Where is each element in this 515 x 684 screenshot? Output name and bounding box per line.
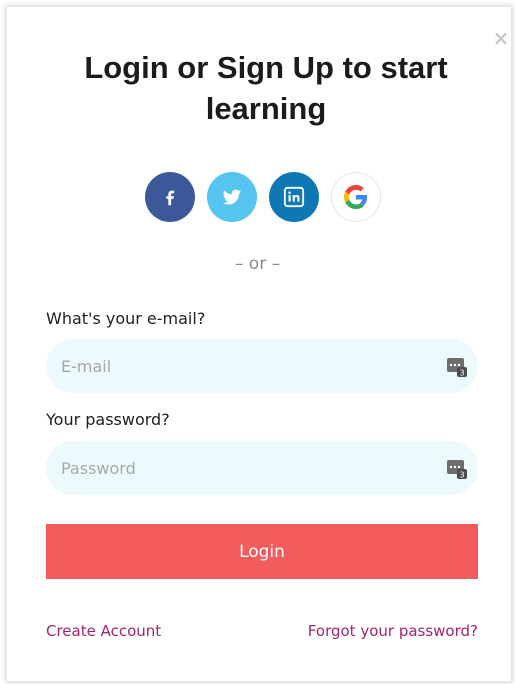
forgot-password-link[interactable]: Forgot your password?: [308, 622, 478, 640]
twitter-icon: [222, 189, 242, 205]
page-title: Login or Sign Up to start learning: [84, 50, 448, 126]
twitter-login-button[interactable]: [207, 172, 257, 222]
or-divider: – or –: [234, 254, 281, 274]
password-field-wrapper: 3: [46, 441, 478, 495]
facebook-icon: [166, 190, 175, 206]
create-account-link[interactable]: Create Account: [46, 622, 161, 640]
linkedin-icon: [283, 186, 305, 208]
close-icon[interactable]: ×: [492, 28, 510, 48]
password-manager-icon[interactable]: 3: [447, 357, 467, 377]
svg-text:3: 3: [459, 369, 464, 378]
password-label: Your password?: [46, 410, 170, 429]
email-input[interactable]: [46, 339, 426, 393]
password-input[interactable]: [46, 441, 426, 495]
svg-text:3: 3: [459, 471, 464, 480]
social-login-group: [145, 172, 381, 222]
login-button[interactable]: Login: [46, 524, 478, 579]
google-icon: [344, 185, 368, 209]
linkedin-login-button[interactable]: [269, 172, 319, 222]
email-field-wrapper: 3: [46, 339, 478, 393]
google-login-button[interactable]: [331, 172, 381, 222]
facebook-login-button[interactable]: [145, 172, 195, 222]
password-manager-icon[interactable]: 3: [447, 459, 467, 479]
email-label: What's your e-mail?: [46, 309, 206, 328]
